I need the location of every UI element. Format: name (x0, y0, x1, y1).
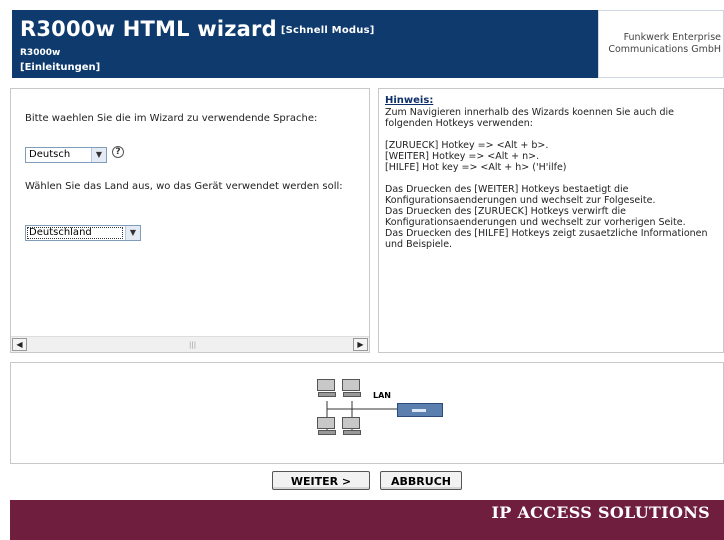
hint-descriptions: Das Druecken des [WEITER] Hotkeys bestae… (385, 184, 721, 250)
country-prompt: Wählen Sie das Land aus, wo das Gerät ve… (25, 181, 343, 192)
page-title: R3000w HTML wizard [Schnell Modus] (20, 17, 375, 41)
hotkey-back: [ZURUECK] Hotkey => <Alt + b>. (385, 140, 549, 151)
horizontal-scrollbar[interactable]: ◀ ||| ▶ (11, 336, 369, 352)
next-button[interactable]: WEITER > (272, 471, 370, 490)
company-line-1: Funkwerk Enterprise (623, 32, 721, 43)
lan-label: LAN (373, 391, 391, 400)
hint-hotkeys: [ZURUECK] Hotkey => <Alt + b>. [WEITER] … (385, 140, 721, 173)
lan-lines (326, 401, 397, 435)
cancel-button[interactable]: ABBRUCH (380, 471, 462, 490)
language-select[interactable]: Deutsch ▼ (25, 147, 107, 163)
arrow-left-icon[interactable]: ◀ (12, 338, 27, 351)
hint-text: Zum Navigieren innerhalb des Wizards koe… (385, 107, 721, 261)
help-icon[interactable]: ? (112, 146, 124, 158)
network-diagram: LAN (10, 362, 724, 464)
hint-intro: Zum Navigieren innerhalb des Wizards koe… (385, 107, 675, 129)
language-select-value: Deutsch (29, 149, 71, 160)
computer-icon (342, 379, 362, 397)
chevron-down-icon[interactable]: ▼ (125, 226, 140, 240)
wizard-title: R3000w HTML wizard (20, 17, 277, 41)
computer-icon (317, 417, 337, 435)
wizard-mode: [Schnell Modus] (280, 25, 375, 36)
hint-panel: Hinweis: Zum Navigieren innerhalb des Wi… (378, 88, 724, 353)
computer-icon (342, 417, 362, 435)
settings-panel: Bitte waehlen Sie die im Wizard zu verwe… (10, 88, 370, 353)
language-prompt: Bitte waehlen Sie die im Wizard zu verwe… (25, 113, 318, 124)
footer-banner: IP ACCESS SOLUTIONS (10, 500, 724, 540)
computer-icon (317, 379, 337, 397)
focus-outline (27, 227, 123, 239)
desc-back: Das Druecken des [ZURUECK] Hotkeys verwi… (385, 206, 686, 228)
country-select[interactable]: Deutschland ▼ (25, 225, 141, 241)
scroll-grip-icon[interactable]: ||| (189, 341, 196, 349)
company-line-2: Communications GmbH (608, 44, 721, 55)
hint-title: Hinweis: (385, 95, 434, 106)
device-model: R3000w (20, 48, 61, 58)
arrow-right-icon[interactable]: ▶ (353, 338, 368, 351)
hotkey-next: [WEITER] Hotkey => <Alt + n>. (385, 151, 540, 162)
company-name: Funkwerk Enterprise Communications GmbH (598, 10, 724, 78)
header-banner: R3000w HTML wizard [Schnell Modus] R3000w… (12, 10, 724, 78)
chevron-down-icon[interactable]: ▼ (91, 148, 106, 162)
footer-text: IP ACCESS SOLUTIONS (491, 503, 710, 522)
desc-next: Das Druecken des [WEITER] Hotkeys bestae… (385, 184, 656, 206)
section-label: [Einleitungen] (20, 62, 101, 73)
desc-help: Das Druecken des [HILFE] Hotkeys zeigt z… (385, 228, 708, 250)
router-icon (397, 403, 443, 417)
hotkey-help: [HILFE] Hot key => <Alt + h> ('H'ilfe) (385, 162, 567, 173)
